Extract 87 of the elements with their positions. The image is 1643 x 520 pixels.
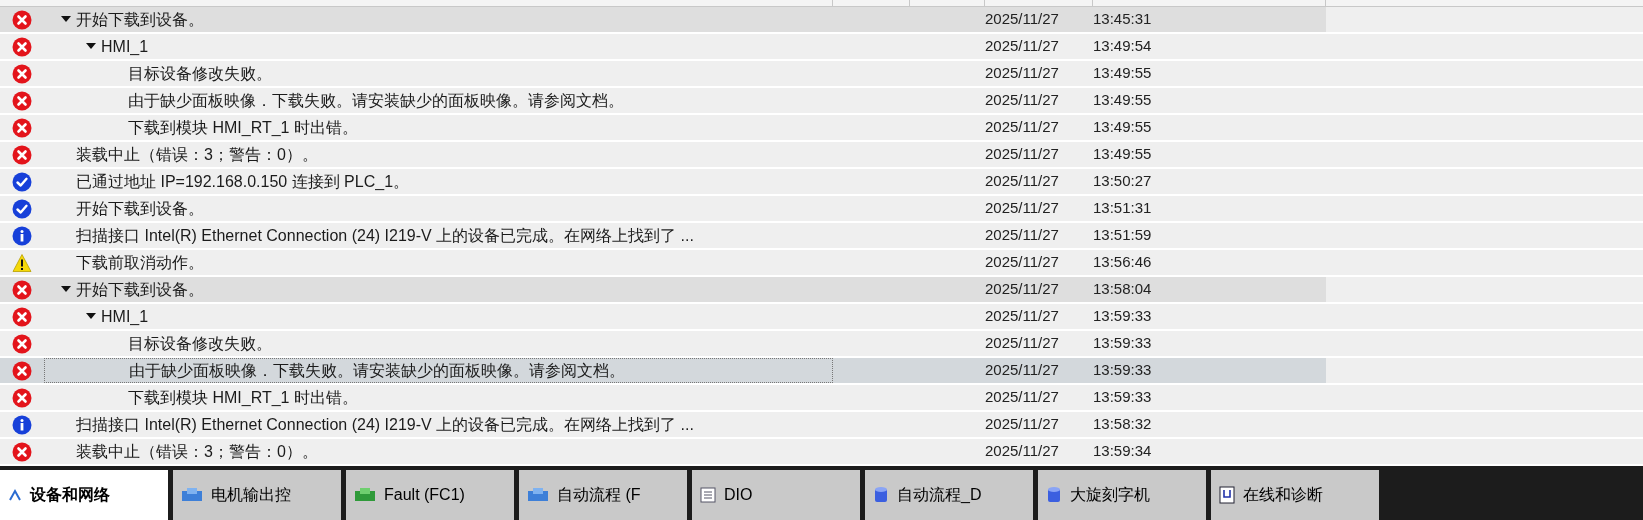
message-text: 由于缺少面板映像．下载失败。请安装缺少的面板映像。请参阅文档。 (129, 360, 625, 381)
date-text: 2025/11/27 (985, 63, 1060, 84)
editor-tab[interactable]: 自动流程 (F (519, 470, 687, 520)
message-text: 开始下载到设备。 (76, 279, 204, 300)
collapse-caret-icon[interactable] (61, 286, 71, 293)
info-icon (12, 225, 32, 246)
message-text: 目标设备修改失败。 (128, 63, 272, 84)
message-text: 下载到模块 HMI_RT_1 时出错。 (128, 387, 358, 408)
block-icon (181, 487, 203, 503)
date-text: 2025/11/27 (985, 90, 1060, 111)
date-text: 2025/11/27 (985, 414, 1060, 435)
error-icon (12, 144, 32, 165)
time-text: 13:49:55 (1093, 144, 1152, 165)
editor-tab[interactable]: 自动流程_D (865, 470, 1033, 520)
collapse-caret-icon[interactable] (86, 313, 96, 320)
time-text: 13:49:54 (1093, 36, 1152, 57)
block-icon (527, 487, 549, 503)
time-text: 13:49:55 (1093, 63, 1152, 84)
date-text: 2025/11/27 (985, 144, 1060, 165)
info-icon (12, 414, 32, 435)
message-text: 开始下载到设备。 (76, 9, 204, 30)
error-icon (12, 63, 32, 84)
message-text: 目标设备修改失败。 (128, 333, 272, 354)
collapse-caret-icon[interactable] (86, 43, 96, 50)
date-text: 2025/11/27 (985, 441, 1060, 462)
message-text: 下载前取消动作。 (76, 252, 204, 273)
time-text: 13:59:33 (1093, 387, 1152, 408)
date-text: 2025/11/27 (985, 198, 1060, 219)
editor-tab[interactable]: 大旋刻字机 (1038, 470, 1206, 520)
message-text: 由于缺少面板映像．下载失败。请安装缺少的面板映像。请参阅文档。 (128, 90, 624, 111)
date-text: 2025/11/27 (985, 387, 1060, 408)
message-text: 开始下载到设备。 (76, 198, 204, 219)
check-icon (12, 198, 32, 219)
time-text: 13:58:04 (1093, 279, 1152, 300)
date-text: 2025/11/27 (985, 171, 1060, 192)
time-text: 13:45:31 (1093, 9, 1152, 30)
editor-tab[interactable]: 在线和诊断 (1211, 470, 1379, 520)
error-icon (12, 306, 32, 327)
error-icon (12, 387, 32, 408)
time-text: 13:56:46 (1093, 252, 1152, 273)
message-text: 装载中止（错误：3；警告：0）。 (76, 441, 318, 462)
block-icon (354, 487, 376, 503)
editor-tab[interactable]: Fault (FC1) (346, 470, 514, 520)
time-text: 13:51:31 (1093, 198, 1152, 219)
table-icon (700, 487, 716, 503)
message-text: 下载到模块 HMI_RT_1 时出错。 (128, 117, 358, 138)
time-text: 13:59:34 (1093, 441, 1152, 462)
error-icon (12, 279, 32, 300)
time-text: 13:59:33 (1093, 360, 1152, 381)
time-text: 13:50:27 (1093, 171, 1152, 192)
error-icon (12, 333, 32, 354)
time-text: 13:59:33 (1093, 306, 1152, 327)
message-text: HMI_1 (101, 306, 149, 327)
date-text: 2025/11/27 (985, 252, 1060, 273)
time-text: 13:49:55 (1093, 117, 1152, 138)
message-text: 扫描接口 Intel(R) Ethernet Connection (24) I219-V 上的设备已完成。在网络上找到了 ... (76, 225, 694, 246)
database-icon (873, 486, 889, 504)
date-text: 2025/11/27 (985, 279, 1060, 300)
date-text: 2025/11/27 (985, 333, 1060, 354)
time-text: 13:51:59 (1093, 225, 1152, 246)
date-text: 2025/11/27 (985, 36, 1060, 57)
error-icon (12, 360, 32, 381)
date-text: 2025/11/27 (985, 117, 1060, 138)
error-icon (12, 117, 32, 138)
database-icon (1046, 486, 1062, 504)
date-text: 2025/11/27 (985, 306, 1060, 327)
online-icon (1219, 486, 1235, 504)
check-icon (12, 171, 32, 192)
error-icon (12, 90, 32, 111)
date-text: 2025/11/27 (985, 360, 1060, 381)
time-text: 13:49:55 (1093, 90, 1152, 111)
error-icon (12, 9, 32, 30)
date-text: 2025/11/27 (985, 225, 1060, 246)
editor-tab[interactable]: 设备和网络 (0, 470, 168, 520)
editor-tab[interactable]: DIO (692, 470, 860, 520)
collapse-caret-icon[interactable] (61, 16, 71, 23)
editor-tab[interactable]: 电机输出控 (173, 470, 341, 520)
time-text: 13:59:33 (1093, 333, 1152, 354)
message-text: 扫描接口 Intel(R) Ethernet Connection (24) I219-V 上的设备已完成。在网络上找到了 ... (76, 414, 694, 435)
warning-icon (12, 252, 32, 273)
message-text: 已通过地址 IP=192.168.0.150 连接到 PLC_1。 (76, 171, 410, 192)
message-text: 装载中止（错误：3；警告：0）。 (76, 144, 318, 165)
message-text: HMI_1 (101, 36, 149, 57)
error-icon (12, 441, 32, 462)
time-text: 13:58:32 (1093, 414, 1152, 435)
error-icon (12, 36, 32, 57)
date-text: 2025/11/27 (985, 9, 1060, 30)
